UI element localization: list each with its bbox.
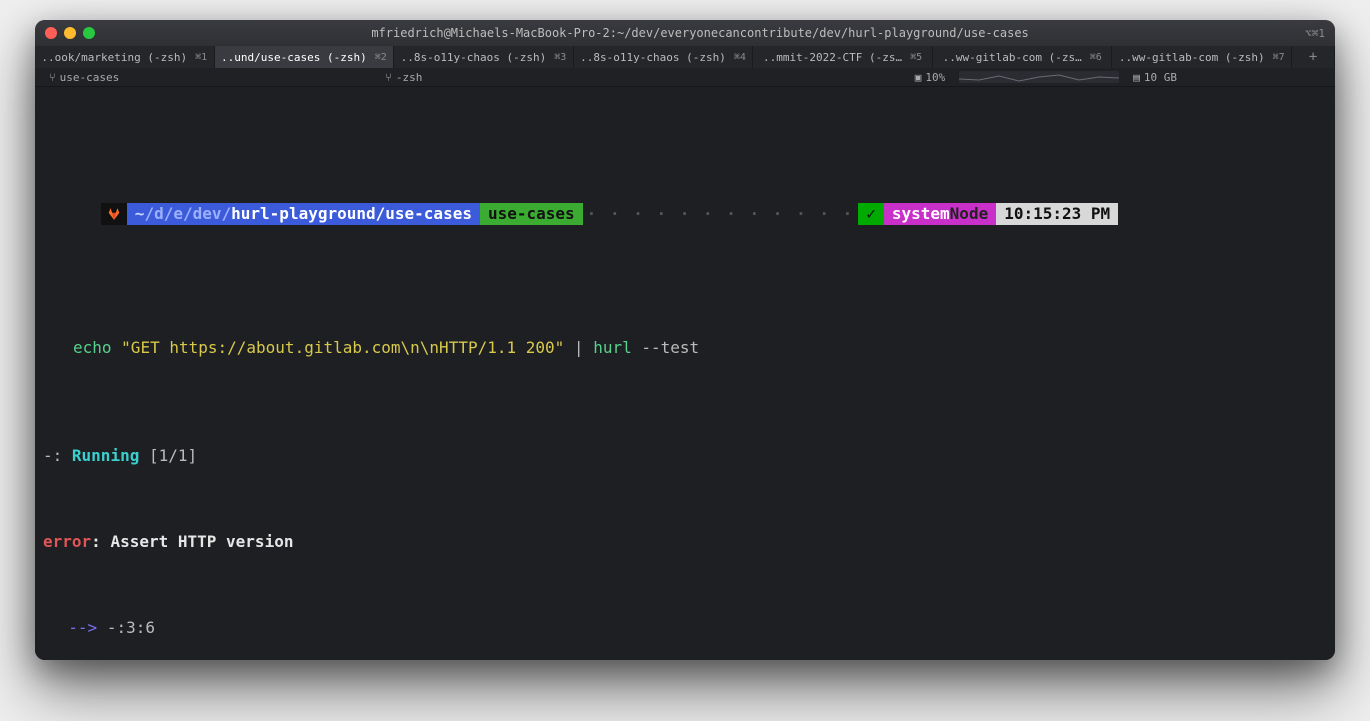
prompt-status-ok: ✓ bbox=[858, 203, 884, 225]
cpu-sparkline bbox=[959, 71, 1119, 83]
titlebar[interactable]: mfriedrich@Michaels-MacBook-Pro-2:~/dev/… bbox=[35, 20, 1335, 46]
minimize-icon[interactable] bbox=[64, 27, 76, 39]
tab-label: ..8s-o11y-chaos (-zsh) bbox=[580, 51, 726, 64]
tab-4[interactable]: ..8s-o11y-chaos (-zsh) ⌘4 bbox=[574, 46, 754, 68]
tab-label: ..mmit-2022-CTF (-zs… bbox=[763, 51, 902, 64]
tab-shortcut: ⌘3 bbox=[554, 52, 566, 63]
output-running: -: Running [1/1] bbox=[43, 445, 1327, 467]
tab-label: ..ww-gitlab-com (-zs… bbox=[943, 51, 1082, 64]
prompt-path: ~/d/e/dev/hurl-playground/use-cases bbox=[127, 203, 480, 225]
tab-1[interactable]: ..ook/marketing (-zsh) ⌘1 bbox=[35, 46, 215, 68]
tab-5[interactable]: ..mmit-2022-CTF (-zs… ⌘5 bbox=[753, 46, 933, 68]
window-title: mfriedrich@Michaels-MacBook-Pro-2:~/dev/… bbox=[113, 26, 1287, 40]
zoom-icon[interactable] bbox=[83, 27, 95, 39]
terminal-body[interactable]: ~/d/e/dev/hurl-playground/use-cases use-… bbox=[35, 87, 1335, 660]
gitlab-icon bbox=[101, 203, 127, 225]
tab-label: ..8s-o11y-chaos (-zsh) bbox=[401, 51, 547, 64]
memory-icon: ▤ bbox=[1133, 71, 1140, 84]
prompt-dots: · · · · · · · · · · · · bbox=[583, 203, 859, 225]
tab-shortcut: ⌘5 bbox=[910, 52, 922, 63]
status-mem: ▤ 10 GB bbox=[1125, 71, 1185, 84]
cpu-icon: ▣ bbox=[915, 71, 922, 84]
tab-shortcut: ⌘2 bbox=[375, 52, 387, 63]
status-process-text: -zsh bbox=[396, 71, 423, 84]
tab-bar: ..ook/marketing (-zsh) ⌘1 ..und/use-cases … bbox=[35, 46, 1335, 68]
tab-7[interactable]: ..ww-gitlab-com (-zsh) ⌘7 bbox=[1112, 46, 1292, 68]
prompt-time: 10:15:23 PM bbox=[996, 203, 1118, 225]
tab-shortcut: ⌘4 bbox=[734, 52, 746, 63]
tab-shortcut: ⌘7 bbox=[1273, 52, 1285, 63]
tab-label: ..und/use-cases (-zsh) bbox=[221, 51, 367, 64]
tab-2[interactable]: ..und/use-cases (-zsh) ⌘2 bbox=[215, 46, 395, 68]
status-cpu: ▣ 10% bbox=[907, 71, 954, 84]
terminal-window: mfriedrich@Michaels-MacBook-Pro-2:~/dev/… bbox=[35, 20, 1335, 660]
status-cpu-text: 10% bbox=[925, 71, 945, 84]
prompt-line-1: ~/d/e/dev/hurl-playground/use-cases use-… bbox=[101, 203, 1118, 225]
branch-icon: ⑂ bbox=[49, 71, 56, 84]
tab-6[interactable]: ..ww-gitlab-com (-zs… ⌘6 bbox=[933, 46, 1113, 68]
tab-shortcut: ⌘1 bbox=[195, 52, 207, 63]
traffic-lights bbox=[45, 27, 95, 39]
status-cwd: ⑂ use-cases bbox=[41, 71, 127, 84]
tab-label: ..ook/marketing (-zsh) bbox=[41, 51, 187, 64]
output-error-loc: --> -:3:6 bbox=[43, 617, 1327, 639]
titlebar-hint: ⌥⌘1 bbox=[1305, 27, 1325, 40]
prompt-node: system Node bbox=[884, 203, 996, 225]
command-line: echo "GET https://about.gitlab.com\n\nHT… bbox=[73, 337, 1327, 359]
tab-add-button[interactable]: + bbox=[1292, 46, 1335, 68]
tab-shortcut: ⌘6 bbox=[1090, 52, 1102, 63]
status-mem-text: 10 GB bbox=[1144, 71, 1177, 84]
output-error-header: error: Assert HTTP version bbox=[43, 531, 1327, 553]
prompt-branch: use-cases bbox=[480, 203, 583, 225]
status-bar: ⑂ use-cases ⑂ -zsh ▣ 10% ▤ 10 GB bbox=[35, 68, 1335, 87]
status-process: ⑂ -zsh bbox=[377, 71, 430, 84]
status-cwd-text: use-cases bbox=[60, 71, 120, 84]
tab-label: ..ww-gitlab-com (-zsh) bbox=[1119, 51, 1265, 64]
close-icon[interactable] bbox=[45, 27, 57, 39]
tab-3[interactable]: ..8s-o11y-chaos (-zsh) ⌘3 bbox=[394, 46, 574, 68]
process-icon: ⑂ bbox=[385, 71, 392, 84]
